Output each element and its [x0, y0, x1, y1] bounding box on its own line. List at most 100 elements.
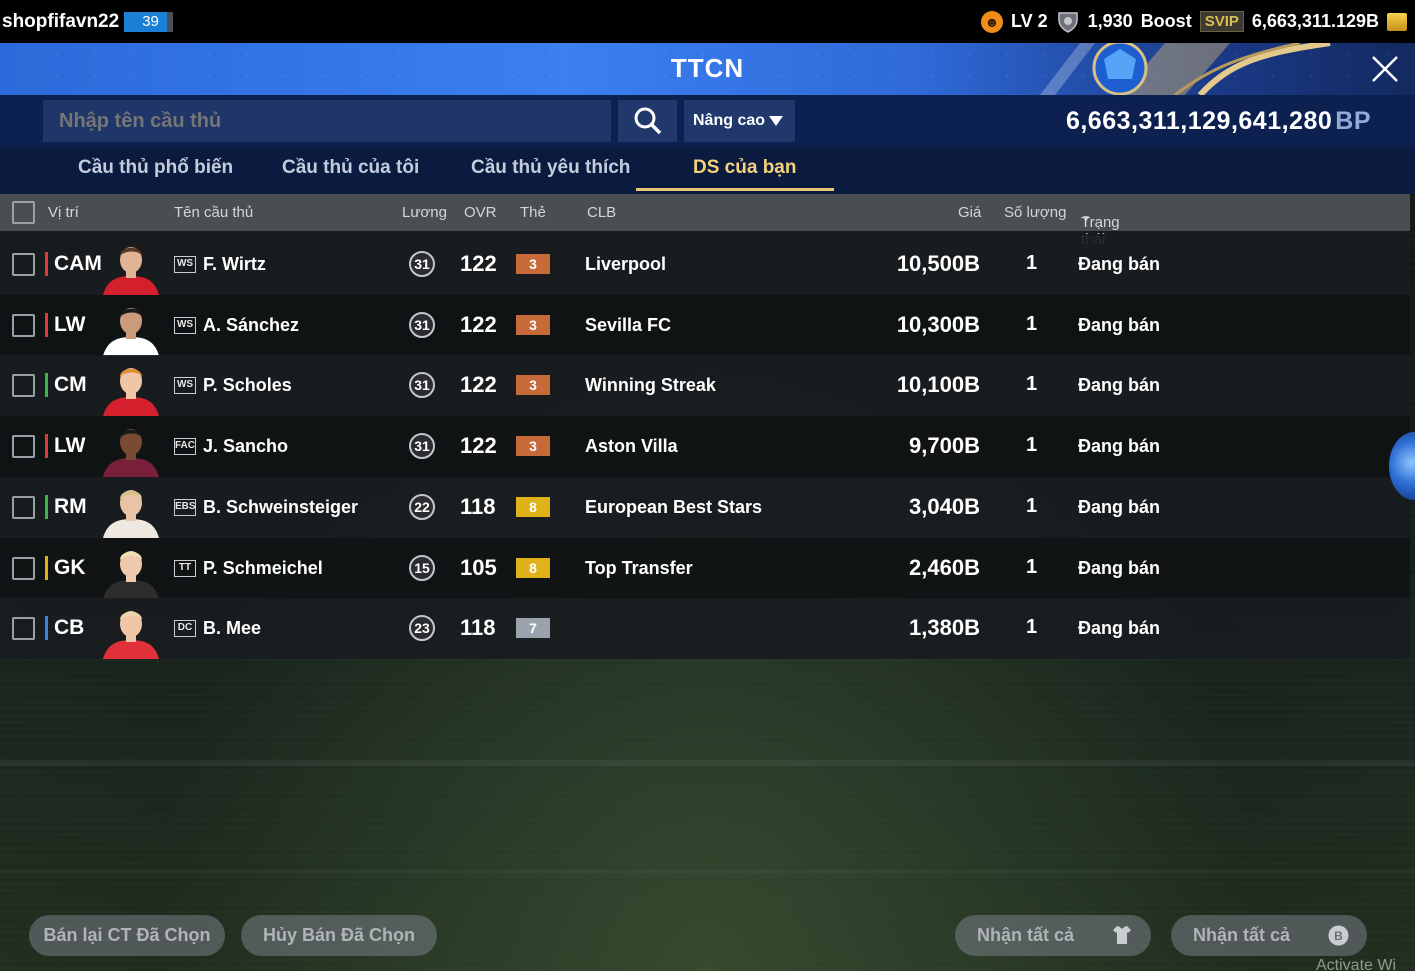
player-quantity: 1	[1026, 434, 1038, 457]
user-level-badge: 39	[124, 11, 173, 32]
row-checkbox[interactable]	[12, 556, 35, 580]
card-level: 3	[516, 375, 550, 396]
season-icon: WS	[174, 256, 196, 273]
col-club[interactable]: CLB	[587, 204, 616, 221]
row-checkbox[interactable]	[12, 374, 35, 398]
resell-selected-button[interactable]: Bán lại CT Đã Chọn	[29, 915, 225, 956]
table-row[interactable]: CAM WS F. Wirtz 31 122 3 Liverpool 10,50…	[0, 234, 1410, 295]
card-level: 7	[516, 618, 550, 639]
tab-my-players[interactable]: Cầu thủ của tôi	[282, 157, 419, 179]
claim-all-items-button[interactable]: Nhận tất cả	[955, 915, 1151, 956]
sale-status: Đang bán	[1078, 618, 1161, 639]
advanced-label: Nâng cao	[693, 112, 766, 129]
trophy-count: 1,930	[1087, 11, 1133, 31]
player-quantity: 1	[1026, 252, 1038, 274]
season-icon: WS	[174, 316, 196, 334]
dropdown-arrow-icon	[769, 116, 783, 126]
bp-amount: 6,663,311,129,641,280	[1065, 107, 1333, 135]
season-icon: DC	[174, 620, 196, 638]
shield-trophy-icon	[1056, 10, 1080, 34]
lv-label: LV 2	[1010, 11, 1048, 31]
player-quantity: 1	[1026, 616, 1038, 639]
player-club: Sevilla FC	[585, 314, 672, 335]
search-row: Nâng cao 6,663,311,129,641,280BP	[0, 95, 1415, 147]
search-button[interactable]	[618, 100, 677, 142]
player-wage: 15	[409, 554, 435, 581]
table-row[interactable]: LW WS A. Sánchez 31 122 3 Sevilla FC 10,…	[0, 294, 1410, 356]
table-row[interactable]: CM WS P. Scholes 31 122 3 Winning Streak…	[0, 355, 1410, 417]
bp-balance: 6,663,311,129,641,280 BP	[1066, 107, 1371, 136]
player-price: 10,100B	[896, 372, 980, 398]
player-club: Winning Streak	[585, 375, 716, 396]
top-right-stats: ☻ LV 2 1,930 Boost SVIP 6,663,311.129B	[980, 0, 1407, 43]
player-quantity: 1	[1026, 555, 1038, 578]
col-card[interactable]: Thẻ	[520, 204, 546, 221]
player-name: B. Schweinsteiger	[203, 496, 359, 517]
col-quantity[interactable]: Số lượng	[1004, 204, 1066, 221]
player-price: 3,040B	[909, 493, 980, 519]
season-icon: WS	[174, 377, 196, 395]
row-checkbox[interactable]	[12, 495, 35, 519]
player-wage: 23	[409, 615, 435, 642]
bp-unit: BP	[1335, 107, 1371, 135]
cancel-selected-label: Hủy Bán Đã Chọn	[262, 925, 415, 945]
row-checkbox[interactable]	[12, 313, 35, 337]
player-search-input[interactable]	[43, 100, 611, 142]
player-name: A. Sánchez	[203, 314, 300, 335]
col-position[interactable]: Vị trí	[48, 204, 79, 221]
tab-popular-players[interactable]: Cầu thủ phổ biến	[78, 157, 233, 179]
active-tab-underline	[636, 188, 834, 191]
top-status-bar: shopfifavn22 39 ☻ LV 2 1,930 Boost SVIP …	[0, 0, 1415, 43]
player-quantity: 1	[1026, 494, 1038, 517]
col-price[interactable]: Giá	[958, 204, 981, 221]
season-icon: FAC	[174, 438, 196, 456]
boost-label[interactable]: Boost	[1141, 11, 1192, 32]
close-icon[interactable]	[1369, 53, 1401, 85]
table-row[interactable]: CB DC B. Mee 23 118 7 1,380B 1 Đang bán	[0, 598, 1410, 660]
season-icon: TT	[174, 559, 196, 577]
player-face	[103, 247, 159, 295]
claim-all-bp-button[interactable]: Nhận tất cả B	[1171, 915, 1367, 956]
player-price: 1,380B	[909, 615, 980, 641]
player-quantity: 1	[1026, 373, 1038, 396]
tab-your-list[interactable]: DS của bạn	[693, 157, 796, 179]
season-icon: EBS	[174, 498, 196, 516]
row-checkbox[interactable]	[12, 253, 35, 276]
player-name: B. Mee	[203, 618, 262, 639]
coins-icon	[1387, 12, 1407, 31]
row-checkbox[interactable]	[12, 617, 35, 641]
select-all-checkbox[interactable]	[12, 201, 35, 224]
sale-status: Đang bán	[1078, 557, 1161, 578]
window-title: TTCN	[670, 53, 745, 83]
table-row[interactable]: LW FAC J. Sancho 31 122 3 Aston Villa 9,…	[0, 416, 1410, 478]
player-wage: 31	[409, 433, 435, 460]
resell-selected-label: Bán lại CT Đã Chọn	[43, 925, 211, 945]
player-ovr: 118	[460, 615, 496, 641]
col-name[interactable]: Tên cầu thủ	[174, 204, 253, 221]
sale-status: Đang bán	[1078, 496, 1161, 517]
player-name: P. Scholes	[203, 375, 292, 396]
player-price: 2,460B	[909, 554, 980, 580]
claim-all-label: Nhận tất cả	[977, 925, 1075, 945]
col-ovr[interactable]: OVR	[464, 204, 497, 221]
player-position: GK	[45, 555, 86, 580]
player-club: European Best Stars	[585, 496, 763, 517]
player-position: CB	[45, 616, 84, 641]
player-name: F. Wirtz	[203, 254, 266, 274]
table-row[interactable]: RM EBS B. Schweinsteiger 22 118 8 Europe…	[0, 476, 1410, 538]
svip-badge: SVIP	[1199, 11, 1244, 32]
advanced-filter-dropdown[interactable]: Nâng cao	[684, 100, 795, 142]
col-wage[interactable]: Lương	[402, 204, 447, 221]
player-wage: 31	[409, 372, 435, 399]
row-checkbox[interactable]	[12, 435, 35, 459]
table-row[interactable]: GK TT P. Schmeichel 15 105 8 Top Transfe…	[0, 537, 1410, 599]
tab-favorite-players[interactable]: Cầu thủ yêu thích	[471, 157, 630, 179]
window-title-bar: TTCN	[0, 43, 1415, 95]
cancel-selected-sale-button[interactable]: Hủy Bán Đã Chọn	[241, 915, 437, 956]
player-face	[103, 489, 159, 538]
card-level: 3	[516, 314, 550, 335]
activate-windows-watermark: Activate Wi	[1316, 957, 1397, 971]
player-ovr: 118	[460, 493, 496, 519]
card-level: 3	[516, 436, 550, 457]
search-icon	[634, 107, 661, 135]
